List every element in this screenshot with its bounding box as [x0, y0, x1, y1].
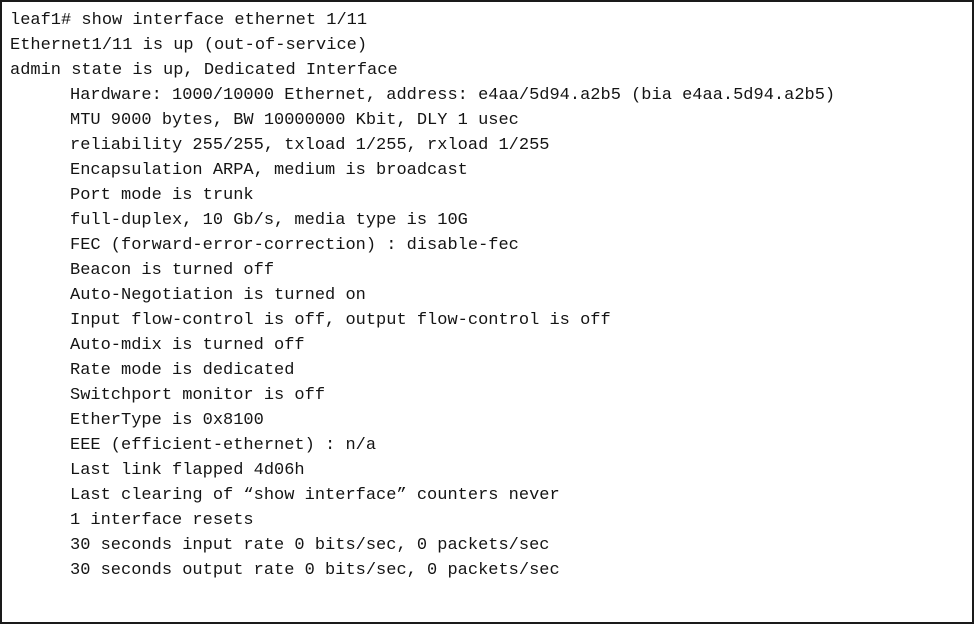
- terminal-line: Switchport monitor is off: [70, 386, 326, 405]
- terminal-line: 30 seconds output rate 0 bits/sec, 0 pac…: [70, 561, 560, 580]
- terminal-line: Hardware: 1000/10000 Ethernet, address: …: [70, 86, 836, 105]
- terminal-line: Ethernet1/11 is up (out-of-service): [10, 36, 368, 55]
- terminal-line: Auto-mdix is turned off: [70, 336, 305, 355]
- terminal-line: 1 interface resets: [70, 511, 254, 530]
- terminal-line: FEC (forward-error-correction) : disable…: [70, 236, 519, 255]
- terminal-line: Last clearing of “show interface” counte…: [70, 486, 560, 505]
- terminal-line: Input flow-control is off, output flow-c…: [70, 311, 611, 330]
- terminal-line: leaf1# show interface ethernet 1/11: [10, 11, 368, 30]
- terminal-window[interactable]: leaf1# show interface ethernet 1/11 Ether…: [0, 0, 974, 624]
- terminal-line: Port mode is trunk: [70, 186, 254, 205]
- terminal-line: admin state is up, Dedicated Interface: [10, 61, 398, 80]
- terminal-line: 30 seconds input rate 0 bits/sec, 0 pack…: [70, 536, 550, 555]
- terminal-line: Beacon is turned off: [70, 261, 275, 280]
- terminal-line: full-duplex, 10 Gb/s, media type is 10G: [70, 211, 468, 230]
- terminal-line: Last link flapped 4d06h: [70, 461, 305, 480]
- terminal-line: Rate mode is dedicated: [70, 361, 295, 380]
- terminal-line: reliability 255/255, txload 1/255, rxloa…: [70, 136, 550, 155]
- terminal-line: MTU 9000 bytes, BW 10000000 Kbit, DLY 1 …: [70, 111, 519, 130]
- terminal-line: EEE (efficient-ethernet) : n/a: [70, 436, 377, 455]
- terminal-line: Encapsulation ARPA, medium is broadcast: [70, 161, 468, 180]
- terminal-output[interactable]: leaf1# show interface ethernet 1/11 Ether…: [2, 2, 972, 622]
- terminal-line: Auto-Negotiation is turned on: [70, 286, 366, 305]
- terminal-line: EtherType is 0x8100: [70, 411, 264, 430]
